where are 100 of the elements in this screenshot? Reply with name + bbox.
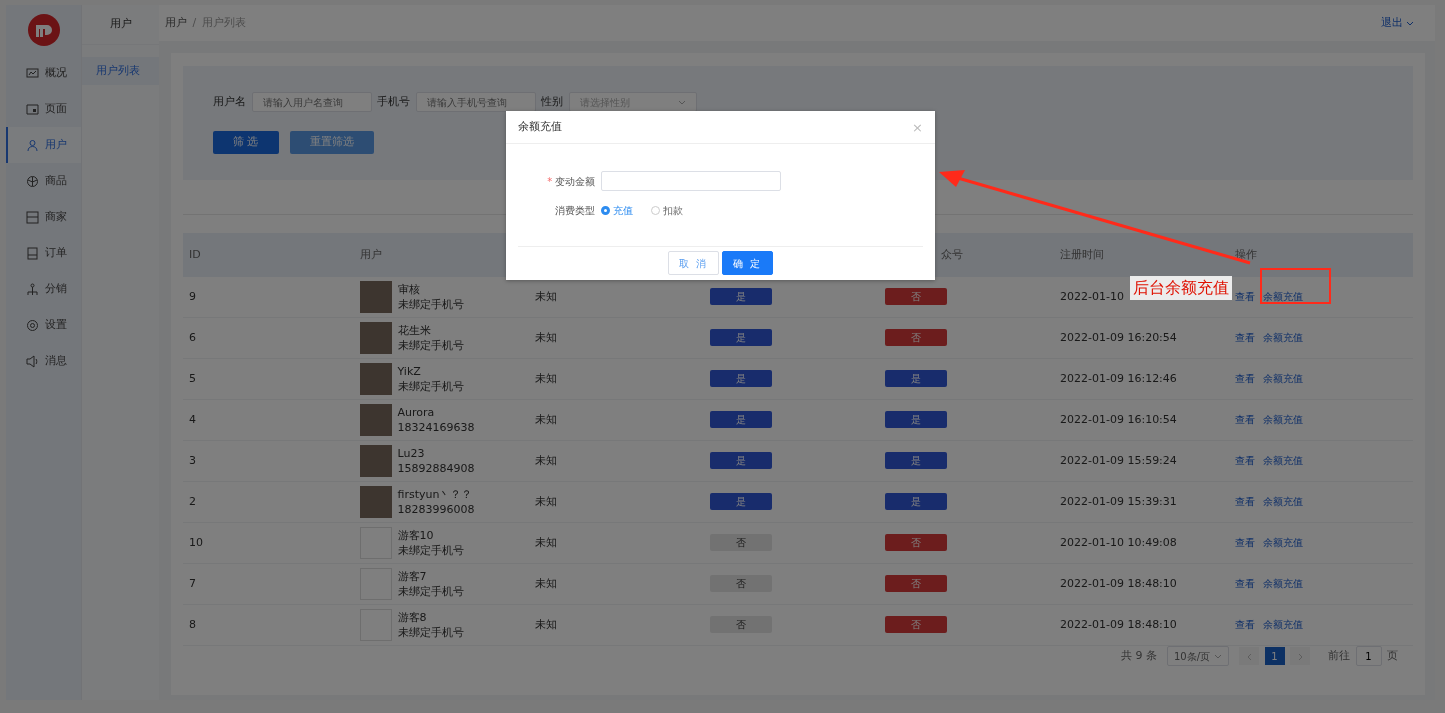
user-name: Aurora bbox=[397, 405, 436, 420]
view-link[interactable]: 查看 bbox=[1235, 536, 1255, 548]
view-link[interactable]: 查看 bbox=[1235, 331, 1255, 343]
column-header: 注册时间 bbox=[1060, 247, 1104, 261]
breadcrumb-item[interactable]: 用户 bbox=[165, 14, 187, 32]
status-tag: 否 bbox=[885, 575, 947, 593]
total-count: 共 9 条 bbox=[1121, 647, 1157, 664]
table-cell: 2022-01-09 15:39:31 bbox=[1060, 494, 1177, 508]
column-header: ID bbox=[189, 247, 201, 261]
input-field[interactable]: 请输入手机号查询 bbox=[415, 92, 536, 112]
photo-placeholder bbox=[360, 322, 392, 354]
sidebar-item[interactable]: 商家 bbox=[6, 199, 81, 235]
page-input[interactable]: 1 bbox=[1355, 646, 1382, 666]
radio-option[interactable]: 扣款 bbox=[650, 203, 683, 218]
confirm-button[interactable]: 确 定 bbox=[721, 251, 774, 275]
chevron-right-icon bbox=[1297, 652, 1303, 661]
status-tag: 是 bbox=[710, 493, 772, 511]
cancel-button[interactable]: 取 消 bbox=[667, 251, 720, 275]
recharge-link[interactable]: 余额充值 bbox=[1263, 413, 1303, 425]
field-label: 消费类型 bbox=[554, 204, 596, 218]
user-phone: 未绑定手机号 bbox=[397, 543, 464, 558]
table-cell: 未知 bbox=[535, 535, 557, 549]
amount-input[interactable] bbox=[601, 171, 781, 191]
sidebar-item[interactable]: 用户 bbox=[6, 127, 81, 163]
sidebar-item[interactable]: 消息 bbox=[6, 343, 81, 379]
recharge-link[interactable]: 余额充值 bbox=[1263, 536, 1303, 548]
user-phone: 未绑定手机号 bbox=[397, 338, 464, 353]
column-header: 用户 bbox=[360, 247, 382, 261]
next-page-button[interactable] bbox=[1290, 647, 1310, 665]
sidebar-item[interactable]: 设置 bbox=[6, 307, 81, 343]
view-link[interactable]: 查看 bbox=[1235, 495, 1255, 507]
sidebar-item[interactable]: 概况 bbox=[6, 55, 81, 91]
reset-button[interactable]: 重置筛选 bbox=[289, 131, 374, 154]
settings-icon bbox=[26, 318, 39, 332]
table-cell: 10 bbox=[189, 535, 203, 549]
sidebar-item[interactable]: 分销 bbox=[6, 271, 81, 307]
table-cell: 2022-01-10 bbox=[1060, 289, 1124, 303]
document-icon bbox=[26, 246, 39, 260]
filter-button[interactable]: 筛 选 bbox=[213, 131, 279, 154]
page-button[interactable]: 1 bbox=[1264, 647, 1285, 665]
chevron-down-icon bbox=[1406, 20, 1414, 26]
user-phone: 未绑定手机号 bbox=[397, 625, 464, 640]
chevron-down-icon bbox=[677, 99, 686, 105]
view-link[interactable]: 查看 bbox=[1235, 454, 1255, 466]
user-phone: 未绑定手机号 bbox=[397, 379, 464, 394]
close-button[interactable]: × bbox=[912, 120, 923, 134]
sidebar-item[interactable]: 商品 bbox=[6, 163, 81, 199]
status-tag: 是 bbox=[885, 411, 947, 429]
column-header: 操作 bbox=[1235, 247, 1257, 261]
user-name: 游客8 bbox=[397, 610, 428, 625]
page-icon bbox=[26, 102, 39, 116]
subnav-item[interactable]: 用户列表 bbox=[82, 57, 159, 85]
photo-placeholder bbox=[360, 281, 392, 313]
sidebar-item[interactable]: 页面 bbox=[6, 91, 81, 127]
recharge-link[interactable]: 余额充值 bbox=[1263, 331, 1303, 343]
logo-icon bbox=[27, 14, 60, 46]
user-name: YikZ bbox=[397, 364, 422, 379]
view-link[interactable]: 查看 bbox=[1235, 577, 1255, 589]
view-link[interactable]: 查看 bbox=[1235, 413, 1255, 425]
recharge-link[interactable]: 余额充值 bbox=[1263, 454, 1303, 466]
view-link[interactable]: 查看 bbox=[1235, 290, 1255, 302]
status-tag: 否 bbox=[885, 534, 947, 552]
recharge-link[interactable]: 余额充值 bbox=[1263, 577, 1303, 589]
sidebar-item[interactable]: 订单 bbox=[6, 235, 81, 271]
input-field[interactable]: 请输入用户名查询 bbox=[251, 92, 372, 112]
photo-placeholder bbox=[360, 404, 392, 436]
recharge-link[interactable]: 余额充值 bbox=[1263, 618, 1303, 630]
table-cell: 3 bbox=[189, 453, 196, 467]
field-label: 性别 bbox=[541, 93, 563, 110]
status-tag: 否 bbox=[885, 616, 947, 634]
view-link[interactable]: 查看 bbox=[1235, 618, 1255, 630]
user-phone: 未绑定手机号 bbox=[397, 584, 464, 599]
column-header: 众号 bbox=[941, 247, 963, 261]
recharge-link[interactable]: 余额充值 bbox=[1263, 290, 1303, 302]
logout-button[interactable]: 退出 bbox=[1380, 13, 1415, 33]
previous-page-button[interactable] bbox=[1239, 647, 1259, 665]
user-phone: 未绑定手机号 bbox=[397, 297, 464, 312]
field-label: 用户名 bbox=[213, 93, 246, 110]
table-cell: 5 bbox=[189, 371, 196, 385]
page-size-select[interactable]: 10条/页 bbox=[1167, 646, 1229, 666]
table-cell: 2022-01-09 18:48:10 bbox=[1060, 617, 1177, 631]
radio-option[interactable]: 充值 bbox=[601, 203, 633, 218]
user-name: firstyun丶？？ bbox=[397, 487, 474, 502]
table-cell: 未知 bbox=[535, 289, 557, 303]
table-cell: 2022-01-09 16:12:46 bbox=[1060, 371, 1177, 385]
recharge-link[interactable]: 余额充值 bbox=[1263, 495, 1303, 507]
table-cell: 7 bbox=[189, 576, 196, 590]
table-cell: 6 bbox=[189, 330, 196, 344]
user-name: 花生米 bbox=[397, 323, 432, 338]
cube-icon bbox=[26, 174, 39, 188]
table-cell: 未知 bbox=[535, 494, 557, 508]
status-tag: 是 bbox=[710, 329, 772, 347]
goto-suffix: 页 bbox=[1387, 647, 1398, 664]
user-phone: 15892884908 bbox=[397, 461, 475, 476]
status-tag: 否 bbox=[885, 288, 947, 306]
store-icon bbox=[26, 210, 39, 224]
status-tag: 是 bbox=[710, 288, 772, 306]
recharge-link[interactable]: 余额充值 bbox=[1263, 372, 1303, 384]
view-link[interactable]: 查看 bbox=[1235, 372, 1255, 384]
annotation-label: 后台余额充值 bbox=[1130, 276, 1232, 300]
